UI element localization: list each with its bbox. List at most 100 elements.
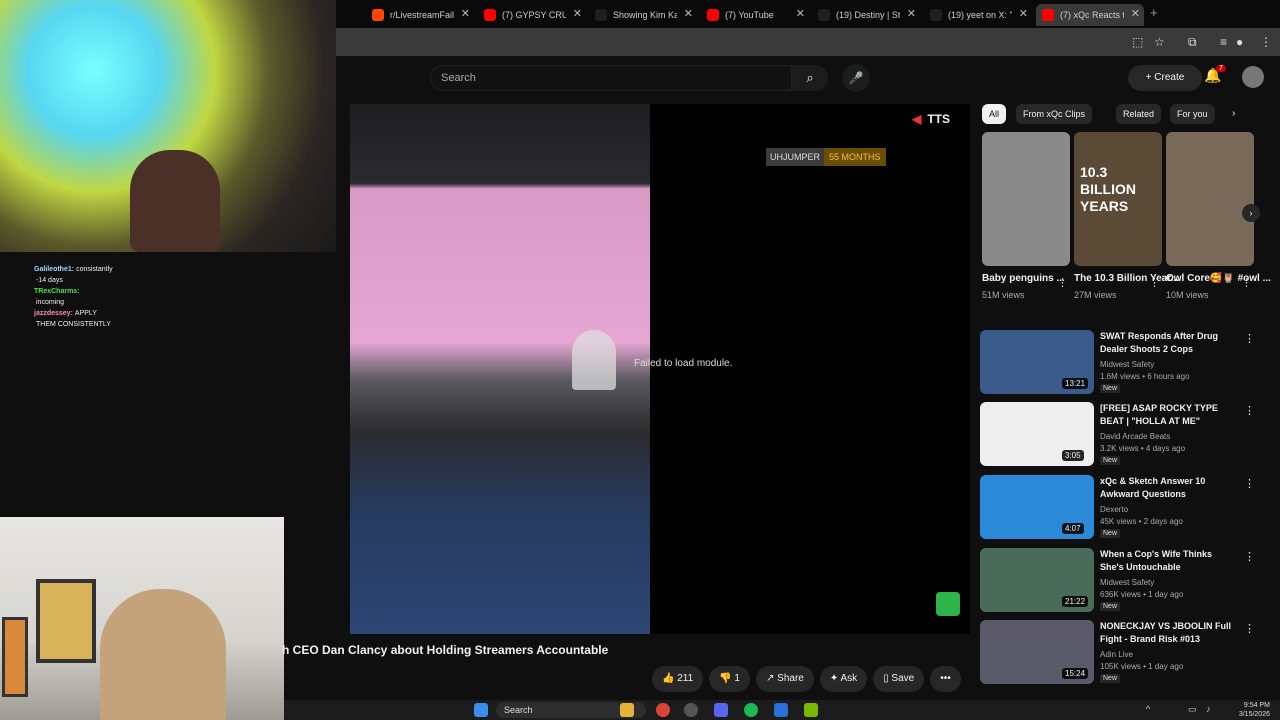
close-tab-icon[interactable]: ✕ — [1019, 7, 1028, 20]
account-avatar[interactable] — [1242, 66, 1264, 88]
browser-tab[interactable]: Showing Kim Kardashian ✕ — [589, 4, 697, 26]
channel-name[interactable]: Midwest Safety — [1100, 578, 1154, 587]
voice-search-button[interactable]: 🎤 — [842, 64, 870, 92]
close-tab-icon[interactable]: ✕ — [461, 7, 470, 20]
more-options-icon[interactable]: ⋮ — [1244, 550, 1255, 563]
filter-chip[interactable]: Related — [1116, 104, 1162, 124]
more-options-icon[interactable]: ⋮ — [1057, 276, 1068, 289]
tab-favicon-icon — [818, 9, 830, 21]
more-options-icon[interactable]: ⋮ — [1244, 404, 1255, 417]
video-duration: 21:22 — [1062, 596, 1089, 607]
chat-username: jazzdessey: — [34, 310, 73, 317]
app-icon[interactable] — [774, 703, 788, 717]
close-tab-icon[interactable]: ✕ — [796, 7, 805, 20]
share-button[interactable]: ↗ Share — [755, 666, 814, 692]
short-views: 10M views — [1166, 290, 1209, 300]
tray-expand-icon[interactable]: ^ — [1146, 704, 1150, 714]
tab-favicon-icon — [595, 9, 607, 21]
recommended-video[interactable]: 13:21 SWAT Responds After Drug Dealer Sho… — [980, 330, 1280, 400]
short-thumbnail[interactable] — [982, 132, 1070, 266]
filter-chip[interactable]: All — [982, 104, 1007, 124]
search-button[interactable]: ⌕ — [792, 65, 828, 91]
channel-name[interactable]: Dexerto — [1100, 505, 1128, 514]
new-badge: New — [1100, 674, 1121, 683]
short-card[interactable]: Owl Core🥰🦉 #owl ... 10M views ⋮ — [1166, 132, 1271, 300]
video-title-link[interactable]: When a Cop's Wife Thinks She's Untouchab… — [1100, 548, 1238, 574]
more-options-icon[interactable]: ⋮ — [1244, 477, 1255, 490]
address-bar[interactable]: ⬚ ☆ ⧉ ≡ ● ⋮ — [336, 28, 1280, 56]
like-count: 211 — [677, 673, 694, 684]
ask-button[interactable]: ✦ Ask — [819, 666, 868, 692]
taskbar-clock[interactable]: 9:54 PM 3/15/2026 — [1239, 701, 1270, 719]
browser-tab[interactable]: (7) GYPSY CRUSADER ✕ — [478, 4, 586, 26]
close-tab-icon[interactable]: ✕ — [684, 7, 693, 20]
browser-tab[interactable]: (7) xQc Reacts to ✕ — [1036, 4, 1144, 26]
new-badge: New — [1100, 456, 1121, 465]
recommended-video[interactable]: 4:07 xQc & Sketch Answer 10 Awkward Quest… — [980, 475, 1280, 545]
create-button[interactable]: + Create — [1128, 65, 1202, 91]
more-options-icon[interactable]: ⋮ — [1244, 332, 1255, 345]
install-icon[interactable]: ⬚ — [1132, 35, 1143, 49]
chevron-right-icon[interactable]: › — [1232, 108, 1235, 119]
spotify-icon[interactable] — [744, 703, 758, 717]
video-title-link[interactable]: [FREE] ASAP ROCKY TYPE BEAT | "HOLLA AT … — [1100, 402, 1238, 428]
new-tab-button[interactable]: + — [1150, 5, 1158, 20]
video-player[interactable]: ◀ TTS UHJUMPER 55 MONTHS Failed to load m… — [350, 104, 970, 634]
nvidia-icon[interactable] — [804, 703, 818, 717]
chat-text: consistantly — [76, 266, 113, 273]
menu-icon[interactable]: ⋮ — [1260, 35, 1272, 49]
filter-chip[interactable]: From xQc Clips — [1016, 104, 1093, 124]
short-card[interactable]: Baby penguins ... 51M views ⋮ — [982, 132, 1070, 300]
notification-count-badge: 7 — [1216, 65, 1226, 72]
clock-date: 3/15/2026 — [1238, 711, 1270, 718]
bookmark-star-icon[interactable]: ☆ — [1154, 35, 1165, 49]
video-title-link[interactable]: xQc & Sketch Answer 10 Awkward Questions — [1100, 475, 1238, 501]
extensions-icon[interactable]: ⧉ — [1188, 35, 1197, 50]
tray-network-icon[interactable]: ▭ — [1188, 704, 1197, 715]
recommended-video[interactable]: 3:05 [FREE] ASAP ROCKY TYPE BEAT | "HOLLA… — [980, 402, 1280, 472]
search-input[interactable]: Search — [430, 65, 792, 91]
channel-name[interactable]: David Arcade Beats — [1100, 432, 1170, 441]
windows-start-icon[interactable] — [474, 703, 488, 717]
recommended-video[interactable]: 21:22 When a Cop's Wife Thinks She's Unto… — [980, 548, 1280, 618]
file-explorer-icon[interactable] — [620, 703, 634, 717]
save-label: Save — [891, 673, 915, 684]
channel-name[interactable]: Adin Live — [1100, 650, 1133, 659]
filter-chip[interactable]: For you — [1170, 104, 1215, 124]
recommended-video[interactable]: 15:24 NONECKJAY VS JBOOLIN Full Fight - B… — [980, 620, 1280, 690]
tab-favicon-icon — [930, 9, 942, 21]
channel-name[interactable]: Midwest Safety — [1100, 360, 1154, 369]
like-button[interactable]: 👍 211 — [652, 666, 704, 692]
video-title-link[interactable]: SWAT Responds After Drug Dealer Shoots 2… — [1100, 330, 1238, 356]
browser-tab[interactable]: (19) yeet on X: "A ✕ — [924, 4, 1032, 26]
close-tab-icon[interactable]: ✕ — [1131, 7, 1140, 20]
browser-tab[interactable]: r/LivestreamFail ✕ — [366, 4, 474, 26]
short-card[interactable]: The 10.3 Billion Year... 27M views ⋮ 10.3 B… — [1074, 132, 1179, 300]
dislike-button[interactable]: 👎 1 — [709, 666, 750, 692]
save-button[interactable]: ▯ Save — [873, 666, 925, 692]
tab-label: (7) YouTube — [725, 10, 774, 20]
more-options-icon[interactable]: ⋮ — [1244, 622, 1255, 635]
obs-icon[interactable] — [684, 703, 698, 717]
overlay-badge-icon — [936, 592, 960, 616]
youtube-header: Search ⌕ 🎤 + Create 🔔 7 — [336, 56, 1280, 102]
shorts-next-button[interactable]: › — [1242, 204, 1260, 222]
more-options-icon[interactable]: ⋮ — [1149, 276, 1160, 289]
browser-tab[interactable]: (19) Destiny | Stream ✕ — [812, 4, 920, 26]
video-title-link[interactable]: NONECKJAY VS JBOOLIN Full Fight - Brand … — [1100, 620, 1238, 646]
chrome-icon[interactable] — [656, 703, 670, 717]
chat-text: -14 days — [36, 277, 63, 284]
browser-tab[interactable]: (7) YouTube ✕ — [701, 4, 809, 26]
ask-label: Ask — [840, 673, 858, 684]
more-options-icon[interactable]: ⋮ — [1241, 276, 1252, 289]
discord-icon[interactable] — [714, 703, 728, 717]
close-tab-icon[interactable]: ✕ — [907, 7, 916, 20]
short-thumbnail[interactable] — [1166, 132, 1254, 266]
sparkle-icon: ✦ — [829, 673, 841, 684]
media-icon[interactable]: ≡ — [1220, 35, 1227, 49]
more-actions-button[interactable]: ••• — [930, 666, 961, 692]
profile-icon[interactable]: ● — [1236, 35, 1243, 49]
close-tab-icon[interactable]: ✕ — [573, 7, 582, 20]
tray-volume-icon[interactable]: ♪ — [1206, 704, 1211, 714]
ghost-icon — [572, 330, 616, 390]
